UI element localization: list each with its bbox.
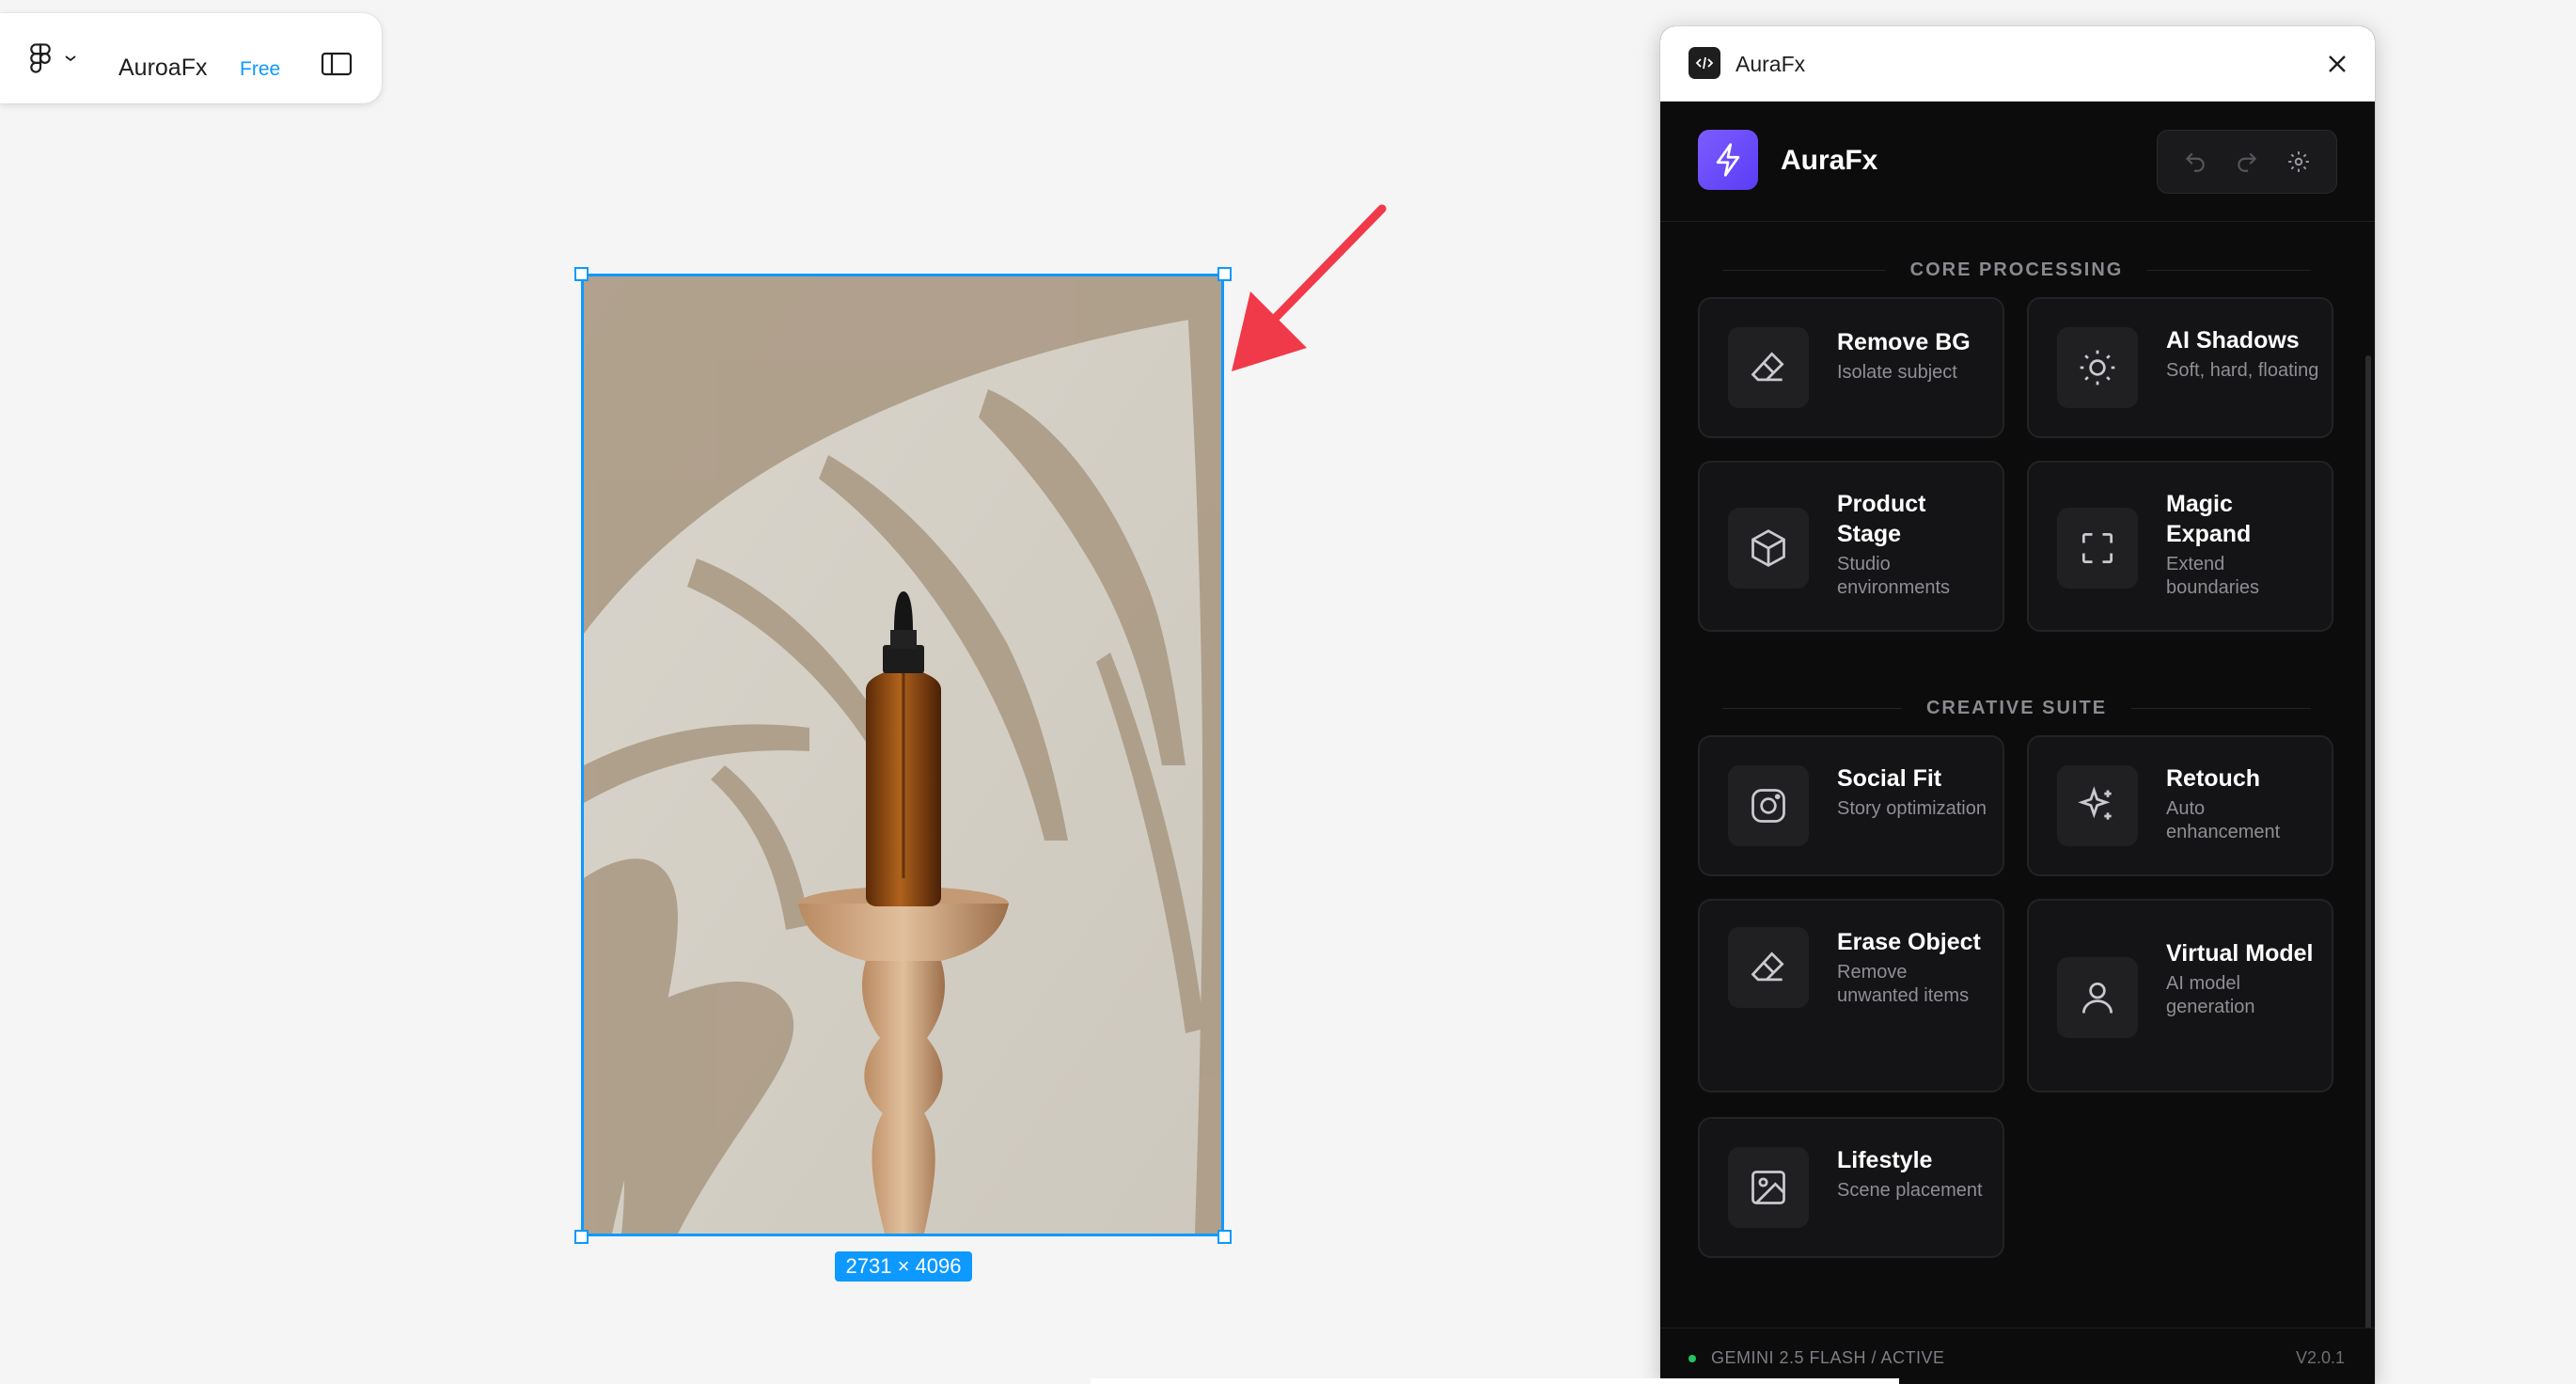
- section-title-core-processing: CORE PROCESSING: [1698, 256, 2335, 284]
- toggle-sidebar-icon[interactable]: [318, 45, 355, 83]
- figma-main-menu[interactable]: [26, 41, 83, 75]
- chevron-down-icon: [64, 54, 77, 63]
- undo-icon[interactable]: [2180, 147, 2210, 177]
- annotation-arrow-icon: [1232, 204, 1387, 371]
- version-label: V2.0.1: [2295, 1348, 2345, 1367]
- brand-name: AuraFx: [1781, 145, 1878, 176]
- card-erase-object[interactable]: Erase Object Remove unwanted items: [1698, 899, 2004, 1093]
- eraser-icon: [1728, 927, 1809, 1008]
- expand-icon: [2057, 508, 2138, 589]
- card-virtual-model[interactable]: Virtual Model AI model generation: [2027, 899, 2333, 1093]
- instagram-icon: [1728, 765, 1809, 846]
- eraser-icon: [1728, 327, 1809, 408]
- bolt-icon: [1698, 130, 1758, 190]
- cube-icon: [1728, 508, 1809, 589]
- scrollbar[interactable]: [2365, 355, 2371, 1343]
- bottom-panel-edge: [1091, 1378, 1899, 1384]
- redo-icon[interactable]: [2232, 147, 2262, 177]
- figma-logo-icon: [26, 42, 55, 74]
- dimensions-badge: 2731 × 4096: [835, 1251, 972, 1282]
- sun-icon: [2057, 327, 2138, 408]
- model-status: GEMINI 2.5 FLASH / ACTIVE: [1711, 1348, 1945, 1367]
- sparkles-icon: [2057, 765, 2138, 846]
- plan-badge: Free: [240, 58, 281, 80]
- resize-handle-top-left[interactable]: [574, 267, 589, 281]
- close-icon[interactable]: [2320, 47, 2354, 81]
- section-title-creative-suite: CREATIVE SUITE: [1698, 694, 2335, 722]
- plugin-code-icon: [1689, 47, 1720, 79]
- card-lifestyle[interactable]: Lifestyle Scene placement: [1698, 1117, 2004, 1258]
- card-social-fit[interactable]: Social Fit Story optimization: [1698, 735, 2004, 876]
- selected-image-frame[interactable]: [581, 274, 1224, 1236]
- card-retouch[interactable]: Retouch Auto enhancement: [2027, 735, 2333, 876]
- plugin-window-title: AuraFx: [1736, 52, 1806, 76]
- resize-handle-bottom-right[interactable]: [1217, 1230, 1232, 1244]
- header-actions: [2157, 130, 2337, 194]
- image-icon: [1728, 1147, 1809, 1228]
- plugin-footer: GEMINI 2.5 FLASH / ACTIVE V2.0.1: [1660, 1328, 2375, 1384]
- status-dot-icon: [1689, 1355, 1696, 1362]
- card-product-stage[interactable]: Product Stage Studio environments: [1698, 461, 2004, 632]
- plugin-header: AuraFx: [1660, 102, 2375, 222]
- figma-toolbar: AuroaFx Free: [0, 13, 382, 103]
- card-remove-bg[interactable]: Remove BG Isolate subject: [1698, 297, 2004, 438]
- user-icon: [2057, 957, 2138, 1038]
- product-photo: [584, 276, 1221, 1234]
- plugin-window: AuraFx AuraFx CORE PROCESSING Remove BG …: [1660, 26, 2375, 1384]
- card-magic-expand[interactable]: Magic Expand Extend boundaries: [2027, 461, 2333, 632]
- card-ai-shadows[interactable]: AI Shadows Soft, hard, floating: [2027, 297, 2333, 438]
- file-name[interactable]: AuroaFx: [118, 55, 207, 82]
- plugin-titlebar: AuraFx: [1660, 26, 2375, 102]
- gear-icon[interactable]: [2284, 147, 2314, 177]
- resize-handle-bottom-left[interactable]: [574, 1230, 589, 1244]
